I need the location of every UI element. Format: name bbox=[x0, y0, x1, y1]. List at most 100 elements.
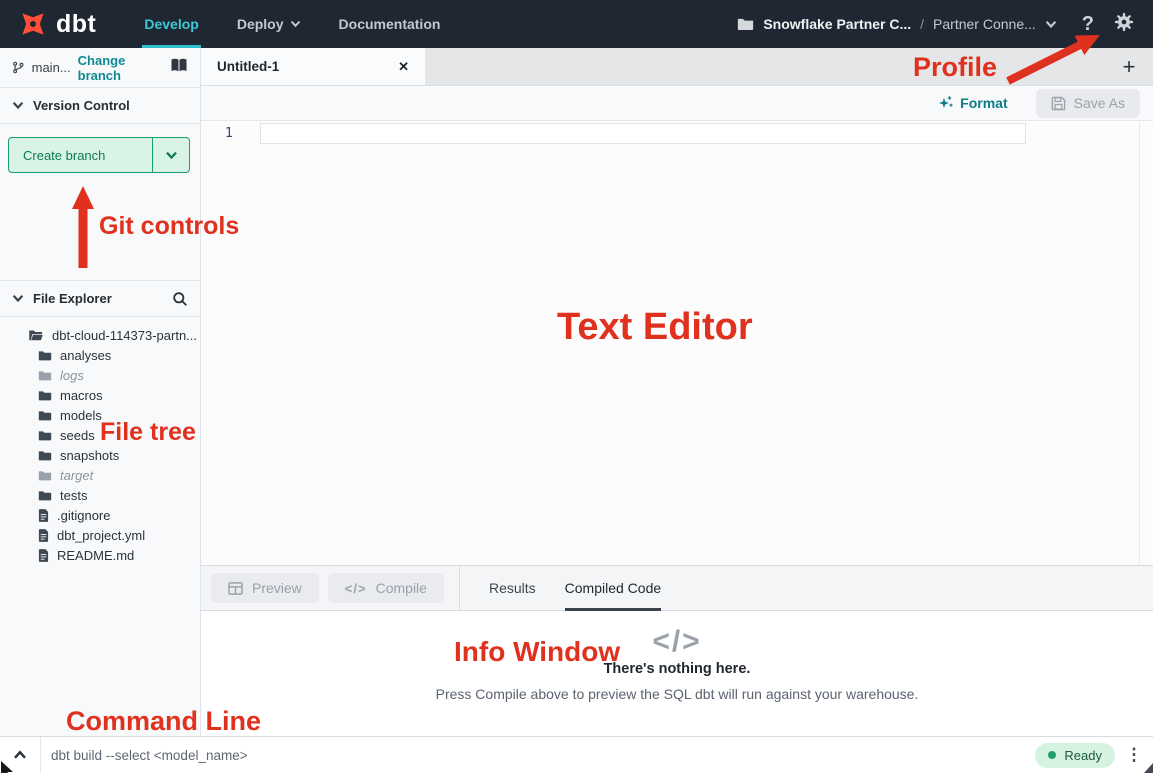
create-branch-caret[interactable] bbox=[152, 138, 189, 172]
preview-table-icon bbox=[228, 582, 243, 595]
expand-command-bar-button[interactable] bbox=[0, 737, 41, 773]
main-area: Untitled-1 ✕ + Format Save As bbox=[201, 48, 1153, 736]
version-control-header[interactable]: Version Control bbox=[0, 88, 200, 124]
save-as-label: Save As bbox=[1074, 95, 1125, 111]
dbt-cloud-ide: dbt Develop Deploy Documentation Snowfla… bbox=[0, 0, 1153, 773]
format-sparkle-icon bbox=[937, 95, 953, 111]
change-branch-link[interactable]: Change branch bbox=[78, 53, 163, 83]
info-window-header: Preview </> Compile Results Compiled Cod… bbox=[201, 566, 1153, 611]
version-control-title: Version Control bbox=[33, 98, 130, 113]
line-number: 1 bbox=[225, 126, 233, 141]
save-as-button[interactable]: Save As bbox=[1036, 89, 1140, 118]
tab-untitled-1[interactable]: Untitled-1 ✕ bbox=[201, 48, 425, 85]
save-floppy-icon bbox=[1051, 96, 1066, 111]
folder-icon bbox=[38, 410, 52, 421]
nav-develop[interactable]: Develop bbox=[144, 0, 198, 48]
tree-item-readme[interactable]: README.md bbox=[0, 545, 200, 565]
file-explorer-title: File Explorer bbox=[33, 291, 112, 306]
main-nav: Develop Deploy Documentation bbox=[144, 0, 440, 48]
format-button-label: Format bbox=[960, 95, 1007, 111]
git-branch-icon bbox=[12, 60, 25, 75]
new-tab-button[interactable]: + bbox=[1105, 48, 1153, 85]
annotation-info-window: Info Window bbox=[454, 636, 620, 668]
search-icon[interactable] bbox=[172, 291, 188, 307]
code-icon: </> bbox=[345, 581, 367, 596]
nav-documentation[interactable]: Documentation bbox=[339, 0, 441, 48]
file-icon bbox=[38, 529, 49, 542]
folder-icon bbox=[737, 17, 754, 31]
file-explorer-header[interactable]: File Explorer bbox=[0, 280, 200, 317]
divider bbox=[459, 566, 460, 611]
tree-item-target[interactable]: target bbox=[0, 465, 200, 485]
tab-compiled-code[interactable]: Compiled Code bbox=[565, 566, 662, 611]
folder-icon bbox=[38, 390, 52, 401]
folder-icon bbox=[38, 450, 52, 461]
tree-item-snapshots[interactable]: snapshots bbox=[0, 445, 200, 465]
help-icon[interactable]: ? bbox=[1082, 13, 1094, 36]
empty-state-title: There's nothing here. bbox=[201, 661, 1153, 677]
preview-button-label: Preview bbox=[252, 580, 302, 596]
top-header: dbt Develop Deploy Documentation Snowfla… bbox=[0, 0, 1153, 48]
info-window-empty-state: </> There's nothing here. Press Compile … bbox=[201, 611, 1153, 702]
code-icon: </> bbox=[201, 625, 1153, 659]
close-tab-icon[interactable]: ✕ bbox=[398, 59, 409, 75]
header-right: Snowflake Partner C... / Partner Conne..… bbox=[737, 11, 1135, 38]
editor-toolbar: Format Save As bbox=[201, 86, 1153, 121]
annotation-profile: Profile bbox=[913, 52, 997, 83]
annotation-git-controls: Git controls bbox=[99, 212, 239, 241]
folder-icon bbox=[38, 370, 52, 381]
status-label: Ready bbox=[1064, 748, 1102, 763]
settings-gear-icon[interactable] bbox=[1113, 11, 1135, 38]
current-branch[interactable]: main... bbox=[32, 60, 71, 75]
annotation-text-editor: Text Editor bbox=[557, 306, 753, 349]
tree-item-macros[interactable]: macros bbox=[0, 385, 200, 405]
tree-item-tests[interactable]: tests bbox=[0, 485, 200, 505]
folder-icon bbox=[38, 470, 52, 481]
nav-documentation-label: Documentation bbox=[339, 0, 441, 48]
file-icon bbox=[38, 549, 49, 562]
chevron-down-icon bbox=[290, 20, 301, 28]
dbt-logo[interactable]: dbt bbox=[18, 9, 96, 39]
preview-button[interactable]: Preview bbox=[211, 573, 319, 603]
command-line-bar: dbt build --select <model_name> Ready ⋮ bbox=[0, 736, 1153, 773]
docs-book-icon[interactable] bbox=[170, 58, 188, 78]
editor-tab-bar: Untitled-1 ✕ + bbox=[201, 48, 1153, 86]
kebab-menu-icon[interactable]: ⋮ bbox=[1115, 745, 1153, 765]
info-window: Preview </> Compile Results Compiled Cod… bbox=[201, 565, 1153, 736]
chevron-down-icon bbox=[165, 151, 178, 160]
folder-icon bbox=[38, 490, 52, 501]
tab-title: Untitled-1 bbox=[217, 59, 279, 74]
nav-deploy-label: Deploy bbox=[237, 0, 284, 48]
compile-button[interactable]: </> Compile bbox=[328, 573, 444, 603]
empty-state-subtitle: Press Compile above to preview the SQL d… bbox=[201, 686, 1153, 702]
command-input[interactable]: dbt build --select <model_name> bbox=[51, 748, 248, 763]
create-branch-label[interactable]: Create branch bbox=[9, 138, 152, 172]
tree-root-label: dbt-cloud-114373-partn... bbox=[52, 328, 197, 343]
tree-item-dbt-project-yml[interactable]: dbt_project.yml bbox=[0, 525, 200, 545]
tree-item-analyses[interactable]: analyses bbox=[0, 345, 200, 365]
chevron-down-icon bbox=[12, 294, 24, 303]
chevron-down-icon bbox=[12, 101, 24, 110]
project-name[interactable]: Snowflake Partner C... bbox=[763, 16, 911, 32]
tab-results[interactable]: Results bbox=[489, 566, 536, 611]
format-button[interactable]: Format bbox=[937, 95, 1007, 111]
nav-develop-label: Develop bbox=[144, 0, 198, 48]
compile-button-label: Compile bbox=[376, 580, 427, 596]
folder-icon bbox=[38, 350, 52, 361]
tree-item-gitignore[interactable]: .gitignore bbox=[0, 505, 200, 525]
folder-icon bbox=[38, 430, 52, 441]
create-branch-button[interactable]: Create branch bbox=[8, 137, 190, 173]
chevron-up-icon bbox=[13, 750, 27, 760]
tree-root-folder[interactable]: dbt-cloud-114373-partn... bbox=[0, 325, 200, 345]
chevron-down-icon[interactable] bbox=[1045, 20, 1057, 29]
dbt-logo-text: dbt bbox=[56, 10, 96, 39]
editor-active-line[interactable] bbox=[260, 123, 1026, 144]
status-dot-icon bbox=[1048, 751, 1056, 759]
sidebar: main... Change branch Version Control Cr… bbox=[0, 48, 201, 736]
annotation-command-line: Command Line bbox=[66, 706, 261, 737]
environment-name[interactable]: Partner Conne... bbox=[933, 16, 1036, 32]
tree-item-logs[interactable]: logs bbox=[0, 365, 200, 385]
breadcrumb-separator: / bbox=[920, 16, 924, 32]
nav-deploy[interactable]: Deploy bbox=[237, 0, 301, 48]
file-icon bbox=[38, 509, 49, 522]
